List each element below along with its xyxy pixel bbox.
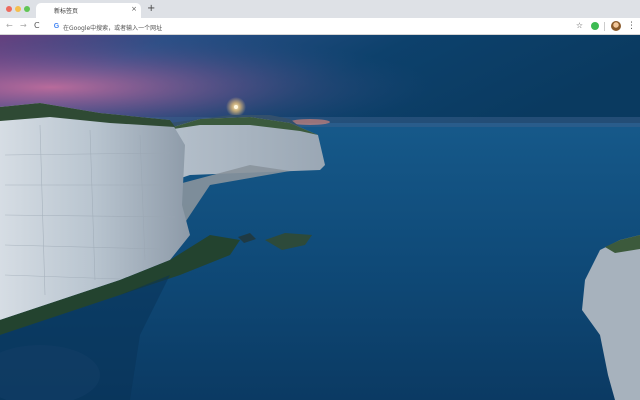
tab-close-icon[interactable]: ×	[131, 5, 137, 14]
new-tab-button[interactable]: +	[147, 4, 155, 14]
new-tab-page	[0, 35, 640, 400]
extension-icon[interactable]	[591, 22, 599, 30]
menu-icon[interactable]: ⋮	[627, 20, 636, 32]
tab-strip: 新标签页 × +	[0, 0, 640, 18]
address-bar-placeholder: 在Google中搜索，或者输入一个网址	[63, 25, 163, 32]
reload-button[interactable]: C	[34, 21, 40, 31]
tab-new-tab[interactable]: 新标签页 ×	[36, 3, 141, 18]
minimize-window-button[interactable]	[15, 6, 21, 12]
forward-button[interactable]: →	[20, 21, 27, 31]
browser-toolbar: ← → C G 在Google中搜索，或者输入一个网址 ☆ ⋮	[0, 18, 640, 35]
address-bar[interactable]: G 在Google中搜索，或者输入一个网址 ☆	[49, 20, 587, 33]
profile-avatar[interactable]	[611, 21, 621, 31]
back-button[interactable]: ←	[6, 21, 13, 31]
close-window-button[interactable]	[6, 6, 12, 12]
toolbar-divider	[604, 22, 605, 31]
tab-title: 新标签页	[54, 8, 79, 15]
google-icon: G	[53, 23, 60, 30]
wallpaper-image	[0, 35, 640, 400]
maximize-window-button[interactable]	[24, 6, 30, 12]
bookmark-star-icon[interactable]: ☆	[576, 21, 583, 31]
